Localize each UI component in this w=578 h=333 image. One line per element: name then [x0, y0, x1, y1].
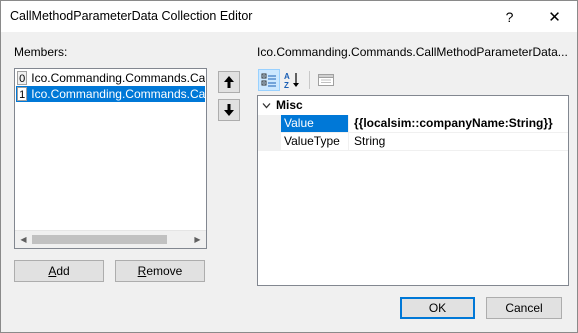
category-misc[interactable]: Misc	[258, 97, 568, 114]
remove-label: emove	[146, 264, 183, 278]
property-margin	[258, 115, 281, 132]
property-toolbar: A Z	[258, 69, 339, 93]
property-pages-icon	[318, 74, 334, 86]
category-label: Misc	[276, 98, 303, 112]
add-label: dd	[56, 264, 70, 278]
member-label: Ico.Commanding.Commands.CallM	[31, 71, 205, 85]
member-index: 1	[17, 87, 28, 101]
member-item-1[interactable]: 1 Ico.Commanding.Commands.CallM	[16, 86, 205, 102]
scroll-right-icon[interactable]: ▶	[189, 231, 206, 248]
close-button[interactable]: ✕	[532, 1, 577, 32]
column-divider	[348, 133, 349, 150]
member-label: Ico.Commanding.Commands.CallM	[31, 87, 205, 101]
categorized-icon	[261, 73, 276, 87]
move-up-button[interactable]	[218, 71, 240, 93]
property-row-valuetype[interactable]: ValueType String	[258, 133, 568, 151]
up-arrow-icon	[224, 76, 234, 88]
property-row-value[interactable]: Value {{localsim::companyName:String}}	[258, 115, 568, 133]
property-value[interactable]: {{localsim::companyName:String}}	[354, 115, 553, 132]
add-accelerator: A	[48, 264, 57, 278]
property-value[interactable]: String	[354, 133, 385, 150]
svg-text:A: A	[284, 72, 290, 81]
member-item-0[interactable]: 0 Ico.Commanding.Commands.CallM	[16, 70, 205, 86]
property-name: ValueType	[284, 134, 340, 148]
move-down-button[interactable]	[218, 99, 240, 121]
title-bar: CallMethodParameterData Collection Edito…	[1, 1, 577, 32]
properties-label: Ico.Commanding.Commands.CallMethodParame…	[257, 45, 568, 59]
ok-button[interactable]: OK	[400, 297, 475, 319]
sort-alphabetical-icon: A Z	[284, 72, 299, 89]
property-pages-button[interactable]	[315, 69, 337, 91]
column-divider	[348, 115, 349, 132]
toolbar-separator	[309, 71, 310, 89]
dialog-title: CallMethodParameterData Collection Edito…	[10, 9, 253, 23]
down-arrow-icon	[224, 104, 234, 116]
scroll-left-icon[interactable]: ◀	[15, 231, 32, 248]
members-list[interactable]: 0 Ico.Commanding.Commands.CallM 1 Ico.Co…	[14, 68, 207, 249]
alphabetical-button[interactable]: A Z	[282, 69, 304, 91]
remove-accelerator: R	[137, 264, 147, 278]
horizontal-scrollbar[interactable]: ◀ ▶	[15, 230, 206, 248]
collection-editor-dialog: CallMethodParameterData Collection Edito…	[0, 0, 578, 333]
categorized-button[interactable]	[258, 69, 280, 91]
svg-text:Z: Z	[284, 81, 289, 89]
close-icon: ✕	[548, 8, 561, 26]
member-index: 0	[17, 71, 28, 85]
members-label: Members:	[14, 45, 68, 59]
property-margin	[258, 133, 281, 150]
property-grid[interactable]: Misc Value {{localsim::companyName:Strin…	[257, 95, 569, 286]
remove-button[interactable]: Remove	[115, 260, 205, 282]
property-name: Value	[281, 115, 348, 132]
cancel-button[interactable]: Cancel	[486, 297, 562, 319]
scrollbar-thumb[interactable]	[32, 235, 167, 244]
add-button[interactable]: Add	[14, 260, 104, 282]
help-button[interactable]: ?	[487, 1, 532, 32]
collapse-chevron-icon[interactable]	[262, 101, 271, 110]
help-icon: ?	[505, 8, 514, 25]
